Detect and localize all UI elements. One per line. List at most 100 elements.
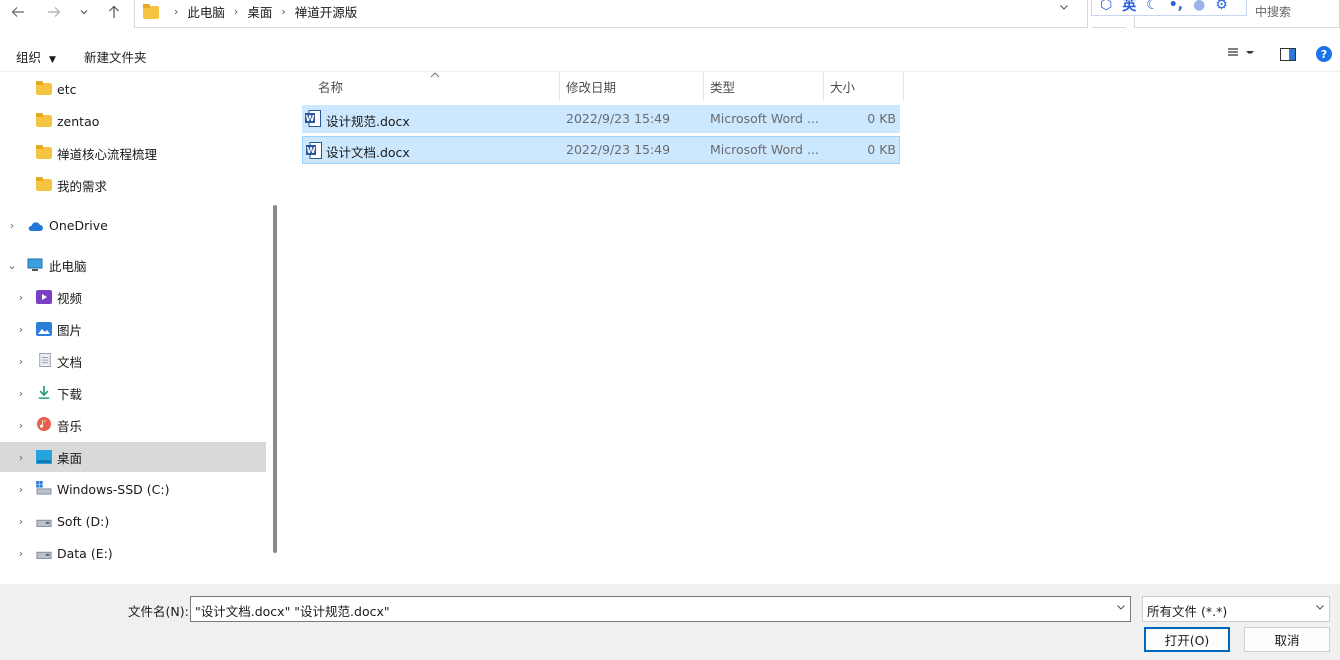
ime-language-toggle[interactable]: 英 <box>1122 0 1136 15</box>
file-modified: 2022/9/23 15:49 <box>566 142 671 157</box>
help-icon: ? <box>1316 46 1332 62</box>
table-row[interactable]: W 设计文档.docx 2022/9/23 15:49 Microsoft Wo… <box>302 136 900 164</box>
column-header-modified[interactable]: 修改日期 <box>566 72 706 100</box>
sidebar-item-downloads[interactable]: › 下载 <box>0 378 266 408</box>
folder-icon <box>36 177 52 191</box>
search-placeholder: 中搜索 <box>1255 5 1292 19</box>
ime-toolbar[interactable]: ⬡ 英 ☾ •, ● ⚙ <box>1091 0 1247 16</box>
cloud-icon <box>28 222 43 231</box>
chevron-right-icon[interactable]: › <box>6 219 18 232</box>
arrow-left-icon <box>11 7 24 17</box>
chevron-right-icon[interactable]: › <box>15 291 27 304</box>
navigation-pane: etc zentao 禅道核心流程梳理 我的需求 › OneDrive ⌄ 此电… <box>0 72 268 584</box>
sidebar-item-this-pc[interactable]: ⌄ 此电脑 <box>0 250 266 280</box>
sidebar-item-documents[interactable]: › 文档 <box>0 346 266 376</box>
sidebar-item-label: 禅道核心流程梳理 <box>57 146 158 162</box>
recent-locations-button[interactable] <box>72 0 96 24</box>
sidebar-item-desktop[interactable]: › 桌面 <box>0 442 266 472</box>
address-history-dropdown[interactable] <box>1059 2 1069 15</box>
sidebar-item-label: 下载 <box>57 386 83 402</box>
chevron-right-icon[interactable]: › <box>15 483 27 496</box>
chevron-right-icon[interactable]: › <box>15 323 27 336</box>
sidebar-item-label: 图片 <box>57 322 83 338</box>
sidebar-item-drive-e[interactable]: › Data (E:) <box>0 538 266 568</box>
sidebar-item-zentao[interactable]: zentao <box>0 106 266 136</box>
chevron-right-icon[interactable]: › <box>15 387 27 400</box>
gear-icon[interactable]: ⚙ <box>1215 0 1228 13</box>
sidebar-item-requirements[interactable]: 我的需求 <box>0 170 266 200</box>
sidebar-item-pictures[interactable]: › 图片 <box>0 314 266 344</box>
computer-icon <box>27 258 43 271</box>
breadcrumb-desktop[interactable]: 桌面 <box>247 2 272 21</box>
sidebar-item-videos[interactable]: › 视频 <box>0 282 266 312</box>
sidebar-item-label: Windows-SSD (C:) <box>57 481 170 497</box>
sidebar-item-etc[interactable]: etc <box>0 74 266 104</box>
file-type: Microsoft Word ... <box>710 111 819 126</box>
address-bar[interactable]: › 此电脑 › 桌面 › 禅道开源版 <box>134 0 1088 28</box>
up-button[interactable] <box>102 0 126 24</box>
open-button[interactable]: 打开(O) <box>1144 627 1230 652</box>
chevron-right-icon[interactable]: › <box>15 355 27 368</box>
sidebar-item-label: 我的需求 <box>57 178 108 194</box>
user-icon[interactable]: ● <box>1193 0 1205 13</box>
column-divider[interactable] <box>903 72 904 100</box>
documents-icon <box>39 353 51 367</box>
svg-text:W: W <box>306 114 315 123</box>
chevron-right-icon[interactable]: › <box>15 515 27 528</box>
table-row[interactable]: W 设计规范.docx 2022/9/23 15:49 Microsoft Wo… <box>302 105 900 133</box>
sidebar-item-label: Soft (D:) <box>57 513 110 529</box>
sidebar-item-label: Data (E:) <box>57 545 113 561</box>
file-size: 0 KB <box>867 111 896 126</box>
command-bar: 组织 ▼ 新建文件夹 ? <box>0 38 1340 72</box>
caret-down-icon: ▼ <box>49 55 56 65</box>
breadcrumb-current-folder[interactable]: 禅道开源版 <box>295 2 358 21</box>
pictures-icon <box>36 322 52 336</box>
chevron-right-icon[interactable]: › <box>15 451 27 464</box>
breadcrumb-this-pc[interactable]: 此电脑 <box>187 2 225 21</box>
sidebar-item-music[interactable]: › 音乐 <box>0 410 266 440</box>
filetype-dropdown[interactable] <box>1315 602 1325 615</box>
forward-button[interactable] <box>42 0 66 24</box>
help-button[interactable]: ? <box>1316 46 1332 65</box>
punctuation-icon[interactable]: •, <box>1169 0 1183 13</box>
chevron-down-icon <box>80 10 88 15</box>
column-header-size[interactable]: 大小 <box>830 72 900 100</box>
svg-text:?: ? <box>1321 48 1327 61</box>
filename-input[interactable]: "设计文档.docx" "设计规范.docx" <box>190 596 1131 622</box>
moon-icon[interactable]: ☾ <box>1146 0 1159 13</box>
cancel-button[interactable]: 取消 <box>1244 627 1330 652</box>
ime-logo-icon[interactable]: ⬡ <box>1100 0 1112 13</box>
desktop-icon <box>36 450 52 464</box>
list-view-icon <box>1228 48 1254 56</box>
chevron-right-icon[interactable]: › <box>15 419 27 432</box>
back-button[interactable] <box>6 0 30 24</box>
sidebar-item-drive-c[interactable]: › Windows-SSD (C:) <box>0 474 266 504</box>
sidebar-item-onedrive[interactable]: › OneDrive <box>0 210 266 240</box>
chevron-down-icon[interactable]: ⌄ <box>6 259 18 272</box>
folder-icon <box>36 145 52 159</box>
chevron-right-icon: › <box>281 5 286 18</box>
column-divider[interactable] <box>559 72 560 100</box>
sidebar-item-flow[interactable]: 禅道核心流程梳理 <box>0 138 266 168</box>
word-document-icon: W <box>306 142 322 159</box>
sidebar-item-drive-d[interactable]: › Soft (D:) <box>0 506 266 536</box>
folder-icon <box>143 4 159 19</box>
svg-text:W: W <box>307 146 316 155</box>
preview-pane-button[interactable] <box>1280 48 1296 64</box>
sidebar-scrollbar[interactable] <box>273 205 277 553</box>
chevron-right-icon[interactable]: › <box>15 547 27 560</box>
filetype-select[interactable]: 所有文件 (*.*) <box>1142 596 1330 622</box>
view-options-button[interactable] <box>1226 46 1254 63</box>
organize-menu[interactable]: 组织 ▼ <box>16 47 56 66</box>
music-icon <box>37 417 51 431</box>
sidebar-item-label: OneDrive <box>49 217 108 233</box>
folder-icon <box>36 113 52 127</box>
column-divider[interactable] <box>823 72 824 100</box>
column-divider[interactable] <box>703 72 704 100</box>
new-folder-button[interactable]: 新建文件夹 <box>84 47 147 66</box>
filename-history-dropdown[interactable] <box>1116 602 1126 615</box>
drive-icon <box>36 519 52 527</box>
word-document-icon: W <box>305 110 321 127</box>
preview-pane-icon <box>1280 48 1296 61</box>
column-header-type[interactable]: 类型 <box>710 72 820 100</box>
